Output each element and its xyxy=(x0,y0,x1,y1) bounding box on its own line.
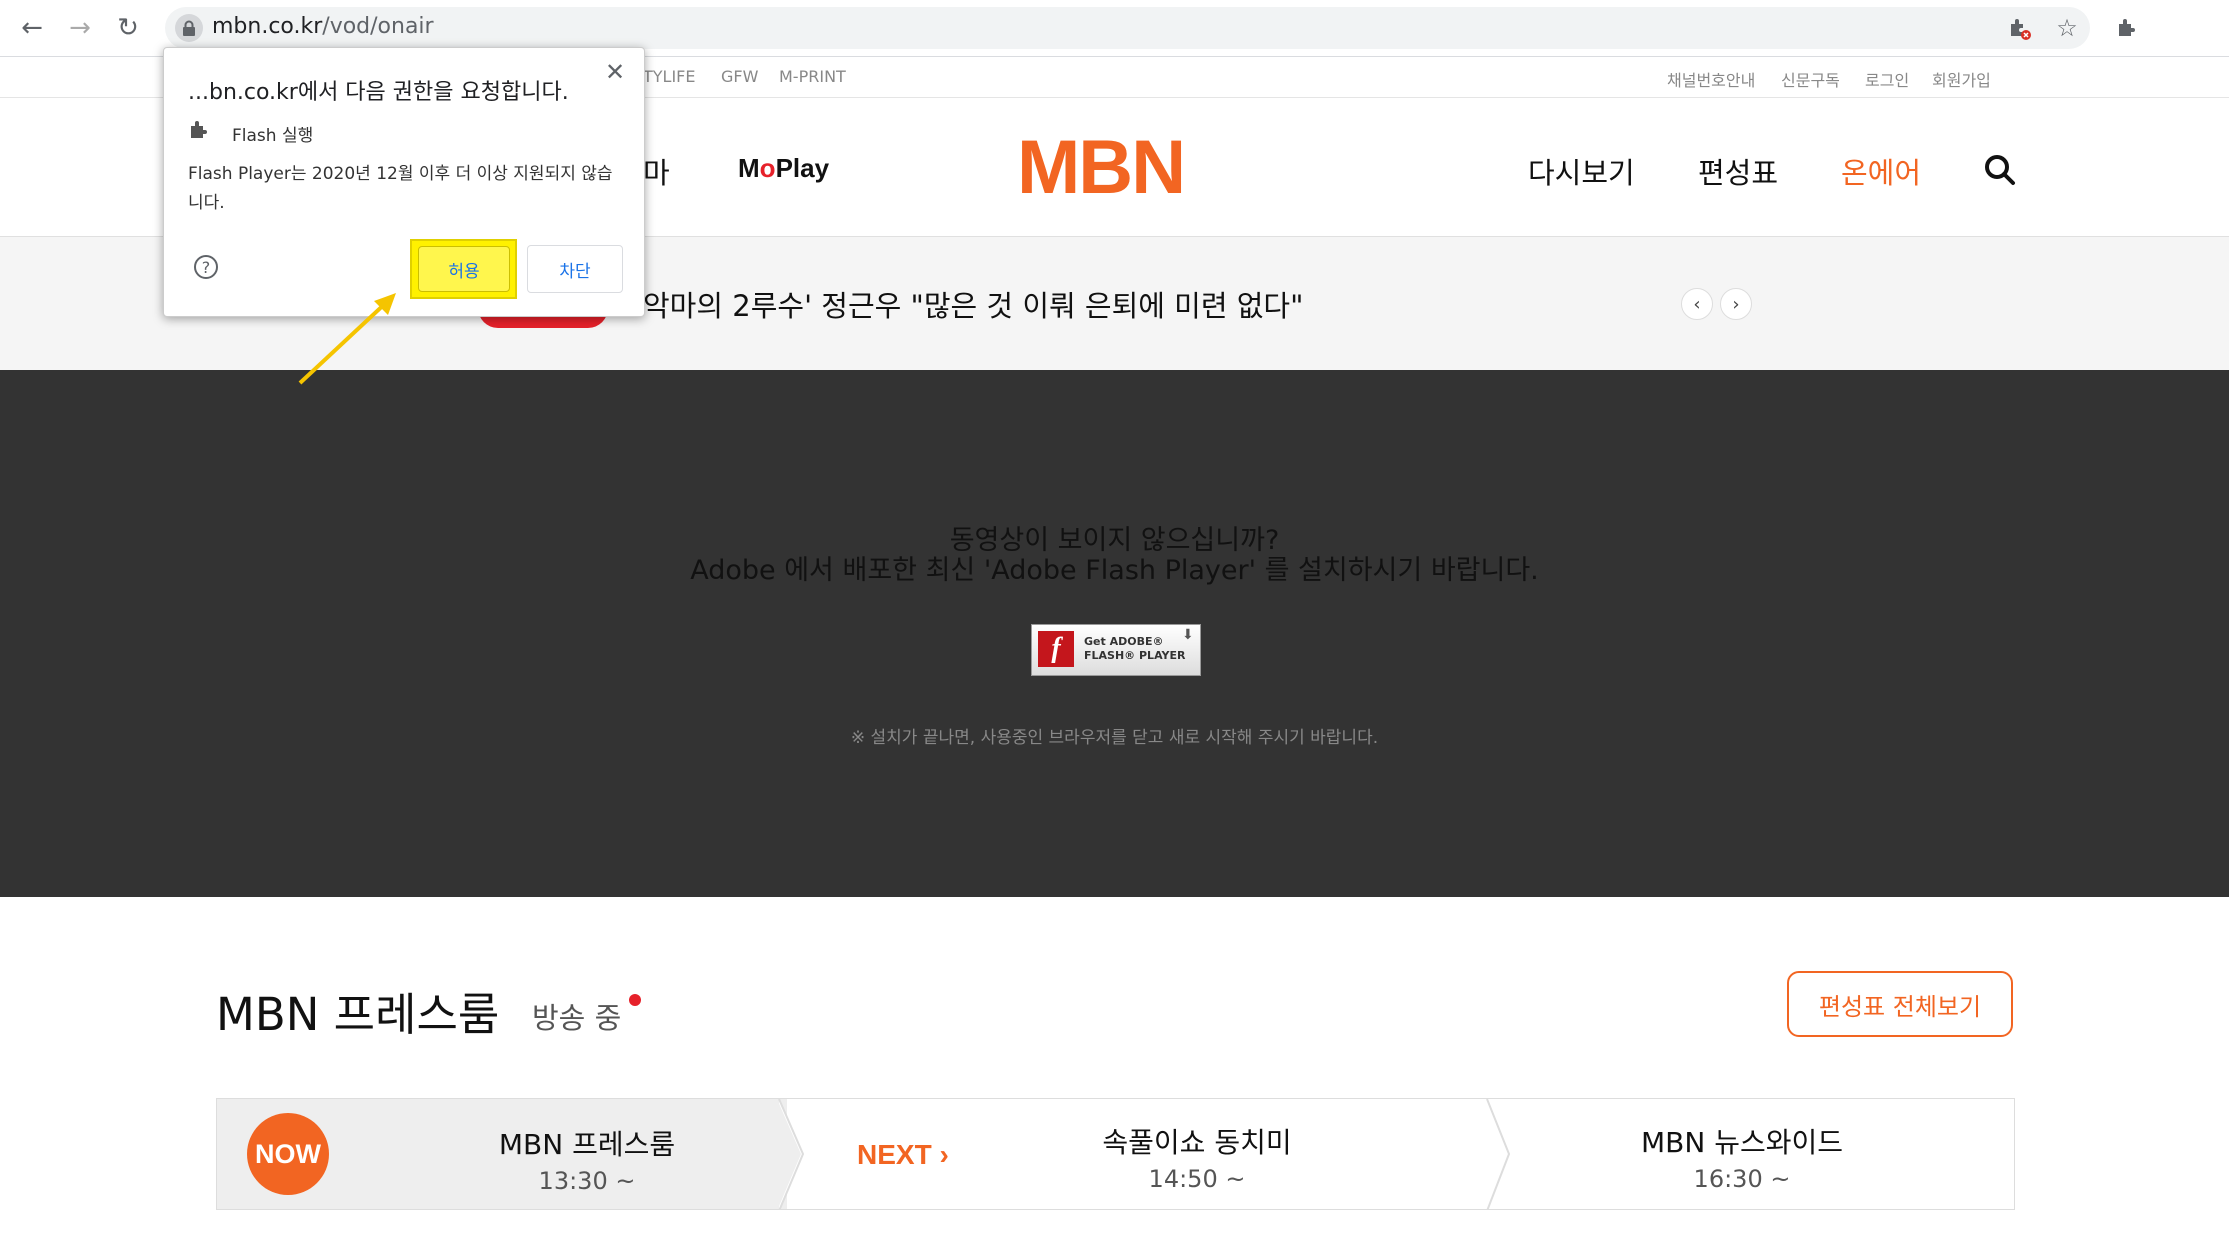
program-next[interactable]: 속풀이쇼 동치미 14:50 ~ xyxy=(1027,1121,1367,1193)
moplay-o: o xyxy=(759,153,776,183)
forward-icon[interactable]: → xyxy=(62,10,98,46)
program-time: 14:50 ~ xyxy=(1148,1165,1246,1193)
program-time: 16:30 ~ xyxy=(1693,1165,1791,1193)
help-icon[interactable]: ? xyxy=(194,255,218,279)
plugin-icon xyxy=(188,118,212,148)
ticker-headline[interactable]: 악마의 2루수' 정근우 "많은 것 이뤄 은퇴에 미련 없다" xyxy=(643,283,1303,325)
download-arrow-icon: ⬇ xyxy=(1182,627,1194,643)
popup-title: ...bn.co.kr에서 다음 권한을 요청합니다. xyxy=(188,80,569,105)
divider-chevron-icon xyxy=(1486,1099,1511,1209)
util-link-tylife[interactable]: TYLIFE xyxy=(643,67,696,86)
util-link-signup[interactable]: 회원가입 xyxy=(1932,67,1991,91)
close-icon[interactable]: ✕ xyxy=(605,58,625,86)
url-path: /vod/onair xyxy=(322,14,434,39)
util-link-mprint[interactable]: M-PRINT xyxy=(779,67,846,86)
reload-icon[interactable]: ↻ xyxy=(110,10,146,46)
util-link-channel[interactable]: 채널번호안내 xyxy=(1667,67,1755,91)
address-bar[interactable] xyxy=(165,7,2090,49)
nav-item-partial[interactable]: 마 xyxy=(643,150,670,192)
full-schedule-button[interactable]: 편성표 전체보기 xyxy=(1787,971,2013,1037)
next-arrow-icon: › xyxy=(939,1139,949,1170)
url-host: mbn.co.kr xyxy=(212,14,323,39)
next-text: NEXT xyxy=(857,1139,932,1170)
live-label: 방송 중 xyxy=(532,1001,622,1035)
program-title: 속풀이쇼 동치미 xyxy=(1102,1126,1292,1159)
program-title: MBN 프레스룸 xyxy=(498,1128,676,1161)
get-flash-player-button[interactable]: f Get ADOBE® FLASH® PLAYER ⬇ xyxy=(1031,624,1201,676)
annotation-arrow-icon xyxy=(298,293,396,385)
next-label: NEXT › xyxy=(857,1139,949,1171)
moplay-m: M xyxy=(738,153,760,183)
flash-icon: f xyxy=(1038,631,1074,667)
live-dot-icon xyxy=(629,994,641,1006)
player-message-line2: Adobe 에서 배포한 최신 'Adobe Flash Player' 를 설… xyxy=(690,555,1539,586)
bookmark-star-icon[interactable]: ☆ xyxy=(2049,10,2085,46)
divider-chevron-icon xyxy=(777,1099,805,1209)
install-notice: ※ 설치가 끝나면, 사용중인 브라우저를 닫고 새로 시작해 주시기 바랍니다… xyxy=(850,728,1379,748)
permission-popup: ...bn.co.kr에서 다음 권한을 요청합니다. ✕ Flash 실행 F… xyxy=(163,47,645,317)
search-icon[interactable] xyxy=(1983,153,2017,187)
nav-onair[interactable]: 온에어 xyxy=(1841,150,1921,192)
ticker-next-button[interactable]: › xyxy=(1720,288,1752,320)
schedule-bar: NOW MBN 프레스룸 13:30 ~ NEXT › 속풀이쇼 동치미 14:… xyxy=(216,1098,2015,1210)
nav-replay[interactable]: 다시보기 xyxy=(1528,150,1635,192)
permission-name: Flash 실행 xyxy=(232,126,314,146)
ticker-prev-button[interactable]: ‹ xyxy=(1681,288,1713,320)
program-title: MBN 프레스룸 xyxy=(216,988,500,1041)
util-link-login[interactable]: 로그인 xyxy=(1865,67,1909,91)
util-link-gfw[interactable]: GFW xyxy=(721,67,758,86)
url-text[interactable]: mbn.co.kr/vod/onair xyxy=(212,12,434,42)
plugin-blocked-icon[interactable] xyxy=(2001,10,2037,46)
moplay-play: Play xyxy=(775,153,830,183)
get-flash-text1: Get ADOBE® xyxy=(1084,635,1164,648)
now-badge: NOW xyxy=(247,1113,329,1195)
allow-button[interactable]: 허용 xyxy=(418,246,510,292)
get-flash-text2: FLASH® PLAYER xyxy=(1084,649,1186,662)
back-icon[interactable]: ← xyxy=(14,10,50,46)
moplay-logo[interactable]: MoPlay xyxy=(738,153,829,184)
lock-icon[interactable] xyxy=(175,14,203,42)
program-time: 13:30 ~ xyxy=(538,1167,636,1195)
program-later[interactable]: MBN 뉴스와이드 16:30 ~ xyxy=(1557,1121,1927,1193)
permission-description: Flash Player는 2020년 12월 이후 더 이상 지원되지 않습니… xyxy=(188,164,613,213)
mbn-logo[interactable]: MBN xyxy=(1017,128,1186,208)
util-link-subscribe[interactable]: 신문구독 xyxy=(1781,67,1840,91)
block-button[interactable]: 차단 xyxy=(527,245,623,293)
nav-schedule[interactable]: 편성표 xyxy=(1698,150,1778,192)
program-title: MBN 뉴스와이드 xyxy=(1640,1126,1843,1159)
extensions-icon[interactable] xyxy=(2109,10,2145,46)
program-now[interactable]: MBN 프레스룸 13:30 ~ xyxy=(437,1123,737,1195)
